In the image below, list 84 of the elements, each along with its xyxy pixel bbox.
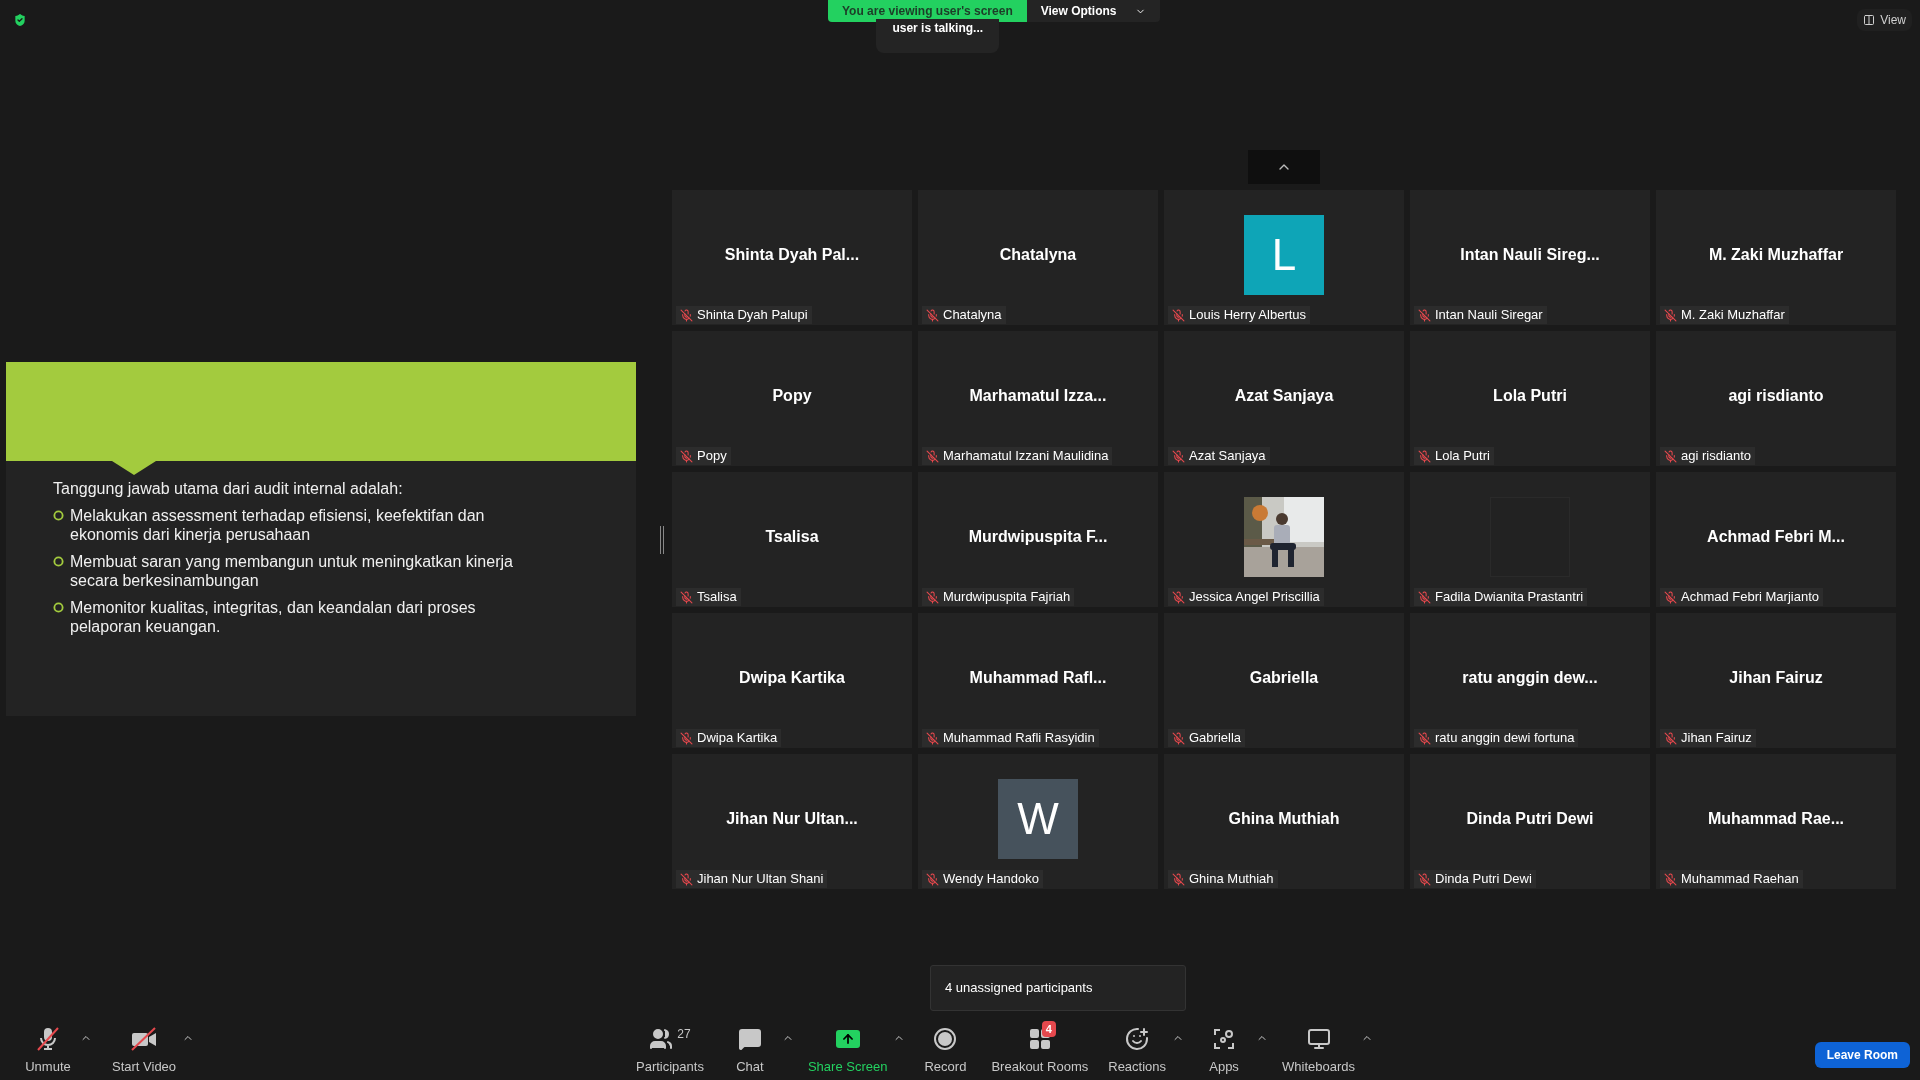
share-screen-icon — [835, 1029, 860, 1048]
toolbar-button[interactable]: Record — [913, 1020, 978, 1076]
participant-label-text: Dwipa Kartika — [697, 729, 778, 748]
participant-label-text: Gabriella — [1189, 729, 1242, 748]
participant-name: agi risdianto — [1728, 385, 1824, 406]
letter-avatar: L — [1244, 214, 1324, 295]
shield-check-icon — [12, 12, 28, 28]
toolbar-button[interactable]: Share Screen — [801, 1020, 894, 1076]
toolbar-button[interactable]: 4 Breakout Rooms — [985, 1020, 1095, 1076]
toolbar-button[interactable]: Unmute — [16, 1020, 80, 1076]
participant-name: ratu anggin dew... — [1462, 667, 1598, 688]
talking-indicator: user is talking... — [876, 19, 1000, 53]
participant-name: Ghina Muthiah — [1228, 808, 1340, 829]
participant-name: Achmad Febri M... — [1707, 526, 1845, 547]
participant-name: Intan Nauli Sireg... — [1460, 244, 1600, 265]
count-badge: 4 — [1041, 1020, 1056, 1037]
participant-label-text: Jihan Fairuz — [1681, 729, 1752, 748]
slide-bullet-text: Melakukan assessment terhadap efisiensi, keefektifan dan ekonomis dari kinerja perusahaan — [70, 506, 486, 544]
participant-label-text: ratu anggin dewi fortuna — [1435, 729, 1575, 748]
bullet-icon — [53, 602, 64, 613]
slide-bullet-text: Memonitor kualitas, integritas, dan keandalan dari proses pelaporan keuangan. — [70, 598, 477, 636]
participant-label-text: Tsalisa — [697, 588, 737, 607]
participant-name: Gabriella — [1249, 667, 1319, 688]
smiley-plus-icon — [1125, 1026, 1150, 1051]
bullet-icon — [53, 556, 64, 567]
record-icon — [933, 1026, 958, 1051]
toolbar-button[interactable]: Reactions — [1102, 1020, 1173, 1076]
slide-heading: Tanggung jawab utama dari audit internal adalah: — [53, 479, 404, 498]
participant-label-text: Ghina Muthiah — [1189, 870, 1274, 889]
view-options-dropdown[interactable]: View Options — [1026, 0, 1160, 22]
apps-icon — [1212, 1026, 1237, 1051]
tooltip: 4 unassigned participants — [930, 965, 1186, 1011]
participant-name: Lola Putri — [1493, 385, 1567, 406]
participant-label-text: Fadila Dwianita Prastantri — [1435, 588, 1584, 607]
layout-icon — [1863, 14, 1876, 26]
participant-label-text: Muhammad Rafli Rasyidin — [943, 729, 1095, 748]
people-icon — [649, 1026, 674, 1051]
participant-name: Popy — [772, 385, 812, 406]
participant-label-text: M. Zaki Muzhaffar — [1681, 306, 1785, 325]
leave-room-button[interactable]: Leave Room — [1814, 1042, 1910, 1068]
participant-name: Tsalisa — [765, 526, 819, 547]
participant-label-text: Popy — [697, 447, 727, 466]
screen-share-banner: You are viewing user's screen — [828, 0, 1027, 22]
participant-label-text: Shinta Dyah Palupi — [697, 306, 808, 325]
whiteboard-icon — [1306, 1026, 1331, 1051]
participant-label-text: Dinda Putri Dewi — [1435, 870, 1532, 889]
participant-label-text: Achmad Febri Marjianto — [1681, 588, 1819, 607]
slide-bullet-text: Membuat saran yang membangun untuk meningkatkan kinerja secara berkesinambungan — [70, 552, 514, 590]
participant-name: Dinda Putri Dewi — [1466, 808, 1594, 829]
participant-label-text: Lola Putri — [1435, 447, 1490, 466]
participant-label-text: Jessica Angel Priscillia — [1189, 588, 1320, 607]
participant-name: Murdwipuspita F... — [968, 526, 1108, 547]
participant-label-text: Wendy Handoko — [943, 870, 1039, 889]
participant-name: Chatalyna — [999, 244, 1077, 265]
toolbar-button[interactable]: Chat — [717, 1020, 782, 1076]
participant-label-text: Muhammad Raehan — [1681, 870, 1799, 889]
participant-name: Muhammad Rae... — [1708, 808, 1844, 829]
participant-label-text: Intan Nauli Siregar — [1435, 306, 1543, 325]
participant-label-text: Azat Sanjaya — [1189, 447, 1266, 466]
participant-count: 27 — [677, 1025, 691, 1043]
toolbar-button[interactable]: 27 Participants — [630, 1020, 710, 1076]
participant-label-text: Murdwipuspita Fajriah — [943, 588, 1071, 607]
participant-name: Shinta Dyah Pal... — [724, 244, 860, 265]
letter-avatar: W — [998, 778, 1078, 859]
toolbar-button[interactable]: Whiteboards — [1276, 1020, 1362, 1076]
participant-name: Azat Sanjaya — [1234, 385, 1334, 406]
video-off-icon — [130, 1025, 159, 1052]
participant-name: Jihan Nur Ultan... — [726, 808, 858, 829]
toolbar-button[interactable]: Start Video — [106, 1020, 183, 1076]
participant-name: Jihan Fairuz — [1729, 667, 1823, 688]
view-button[interactable]: View — [1857, 9, 1912, 31]
toolbar-button[interactable]: Apps — [1192, 1020, 1257, 1076]
participant-name: M. Zaki Muzhaffar — [1708, 244, 1844, 265]
chat-icon — [737, 1026, 762, 1051]
participant-label-text: Chatalyna — [943, 306, 1002, 325]
participant-label-text: Jihan Nur Ultan Shani — [697, 870, 824, 889]
participant-name: Dwipa Kartika — [739, 667, 845, 688]
muted-microphone-icon — [35, 1025, 61, 1052]
participant-name: Muhammad Rafl... — [969, 667, 1107, 688]
bullet-icon — [53, 510, 64, 521]
participant-name: Marhamatul Izza... — [969, 385, 1107, 406]
participant-label-text: agi risdianto — [1681, 447, 1752, 466]
participant-label-text: Louis Herry Albertus — [1189, 306, 1307, 325]
participant-label-text: Marhamatul Izzani Maulidina — [943, 447, 1109, 466]
